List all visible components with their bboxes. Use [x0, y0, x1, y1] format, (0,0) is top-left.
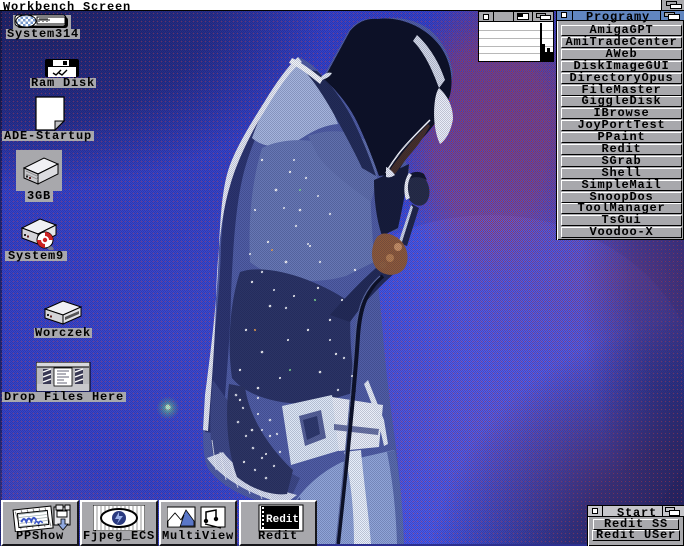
svg-text:Redit: Redit	[266, 514, 299, 526]
